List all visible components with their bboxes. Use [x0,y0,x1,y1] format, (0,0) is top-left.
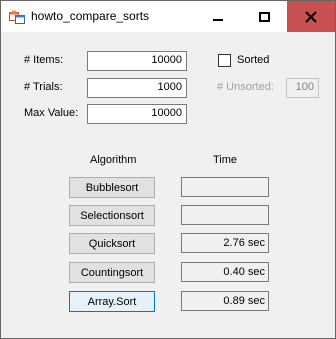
items-label: # Items: [24,54,64,66]
trials-label: # Trials: [24,81,63,93]
quicksort-button[interactable]: Quicksort [69,233,155,254]
window-title: howto_compare_sorts [31,9,150,23]
sorted-checkbox[interactable] [218,54,231,67]
countingsort-button[interactable]: Countingsort [69,262,155,283]
app-window: howto_compare_sorts # Items: 10000 # Tri… [0,0,336,339]
title-bar[interactable]: howto_compare_sorts [1,1,335,32]
max-value-input[interactable]: 10000 [87,104,187,124]
array-sort-button[interactable]: Array.Sort [69,291,155,312]
selectionsort-button[interactable]: Selectionsort [69,205,155,226]
close-icon [305,10,317,23]
max-value-label: Max Value: [24,107,79,119]
quicksort-time: 2.76 sec [181,233,269,253]
minimize-icon [213,18,223,21]
selectionsort-time [181,205,269,225]
sorted-label[interactable]: Sorted [237,54,269,66]
array-sort-time: 0.89 sec [181,291,269,311]
bubblesort-button[interactable]: Bubblesort [69,177,155,198]
trials-input[interactable]: 1000 [87,78,187,98]
maximize-button[interactable] [241,1,287,32]
app-window-icon[interactable] [9,10,25,24]
bubblesort-time [181,177,269,197]
time-header: Time [213,154,238,166]
unsorted-label: # Unsorted: [217,81,274,93]
client-area: # Items: 10000 # Trials: 1000 Max Value:… [9,32,327,332]
countingsort-time: 0.40 sec [181,262,269,282]
unsorted-input[interactable]: 100 [286,78,319,98]
close-button[interactable] [287,1,335,32]
maximize-icon [258,11,270,22]
minimize-button[interactable] [195,1,241,32]
algorithm-header: Algorithm [90,154,137,166]
items-input[interactable]: 10000 [87,51,187,71]
